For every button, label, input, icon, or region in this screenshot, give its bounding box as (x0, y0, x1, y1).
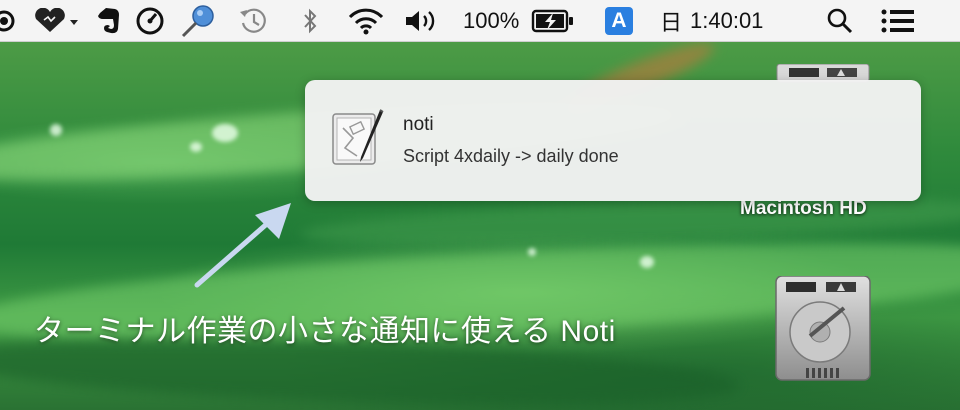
battery-charging-icon[interactable] (530, 0, 576, 42)
notification-center-icon[interactable] (880, 0, 916, 42)
input-method-badge: A (605, 7, 633, 35)
pin-icon[interactable] (178, 0, 218, 42)
heart-dropdown-icon[interactable] (32, 0, 82, 42)
notification-title: noti (403, 114, 434, 135)
clock-day: 日 (660, 10, 683, 35)
clock-time: 1:40:01 (690, 8, 764, 33)
wifi-icon[interactable] (346, 0, 386, 42)
notification-message: Script 4xdaily -> daily done (403, 146, 619, 166)
gauge-icon[interactable] (135, 0, 165, 42)
script-editor-icon (331, 108, 387, 168)
evernote-icon[interactable] (94, 0, 122, 42)
record-icon[interactable] (0, 0, 18, 42)
spotlight-search-icon[interactable] (826, 0, 854, 42)
input-method-icon[interactable]: A (604, 0, 634, 42)
volume-icon[interactable] (403, 0, 439, 42)
annotation-arrow-icon (185, 195, 295, 300)
menubar-clock[interactable]: 日 1:40:01 (660, 0, 792, 42)
notification-banner[interactable]: noti Script 4xdaily -> daily done (305, 80, 921, 201)
hard-drive-icon[interactable] (770, 275, 876, 389)
bluetooth-icon[interactable] (300, 0, 320, 42)
caption-text: ターミナル作業の小さな通知に使える Noti (34, 315, 616, 348)
drive-label[interactable]: Macintosh HD (740, 198, 867, 220)
battery-percent[interactable]: 100% (463, 0, 527, 42)
time-machine-icon[interactable] (236, 0, 270, 42)
menu-bar: 100% A 日 1:40:01 (0, 0, 960, 42)
